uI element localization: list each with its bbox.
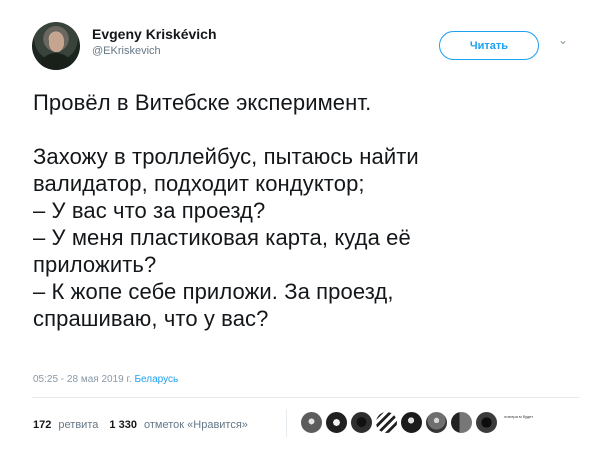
likes-label[interactable]: отметок «Нравится» bbox=[144, 419, 248, 431]
tweet-line-gap bbox=[33, 116, 573, 143]
stats-separator bbox=[286, 409, 287, 437]
tweet-line: – У вас что за проезд? bbox=[33, 198, 266, 223]
stats-divider bbox=[32, 397, 580, 398]
tweet-line: приложить? bbox=[33, 252, 157, 277]
tweet-line: – У меня пластиковая карта, куда её bbox=[33, 225, 411, 250]
liker-avatar[interactable] bbox=[425, 411, 448, 434]
tweet-text: Провёл в Витебске эксперимент. Захожу в … bbox=[33, 89, 573, 332]
liker-avatar[interactable] bbox=[375, 411, 398, 434]
follow-button[interactable]: Читать bbox=[439, 31, 539, 60]
avatar-shirt-shape bbox=[41, 53, 71, 70]
tweet-stats: 172 ретвита 1 330 отметок «Нравится» bbox=[33, 414, 256, 436]
tweet-line: Захожу в троллейбус, пытаюсь найти bbox=[33, 144, 419, 169]
liker-avatar[interactable] bbox=[325, 411, 348, 434]
liker-avatar[interactable] bbox=[350, 411, 373, 434]
tweet-meta: 05:25 - 28 мая 2019 г. Беларусь bbox=[33, 373, 178, 387]
retweets-count[interactable]: 172 bbox=[33, 419, 51, 431]
tweet-location-link[interactable]: Беларусь bbox=[134, 374, 178, 385]
likes-count[interactable]: 1 330 bbox=[109, 419, 137, 431]
tweet-card: Evgeny Kriskévich @EKriskevich Читать ⌄ … bbox=[0, 0, 600, 452]
retweets-label[interactable]: ретвита bbox=[58, 419, 98, 431]
avatar-face-shape bbox=[49, 32, 64, 52]
avatar[interactable] bbox=[32, 22, 80, 70]
liker-tiny-text: лоютра м будет bbox=[504, 414, 534, 419]
tweet-header: Evgeny Kriskévich @EKriskevich Читать ⌄ bbox=[32, 22, 580, 72]
tweet-line: спрашиваю, что у вас? bbox=[33, 306, 269, 331]
liker-avatar[interactable] bbox=[475, 411, 498, 434]
tweet-line: – К жопе себе приложи. За проезд, bbox=[33, 279, 394, 304]
liker-avatars: лоютра м будет bbox=[300, 411, 534, 436]
tweet-line: валидатор, подходит кондуктор; bbox=[33, 171, 365, 196]
liker-avatar[interactable] bbox=[450, 411, 473, 434]
author-display-name[interactable]: Evgeny Kriskévich bbox=[92, 25, 217, 43]
author-handle[interactable]: @EKriskevich bbox=[92, 43, 217, 59]
tweet-line: Провёл в Витебске эксперимент. bbox=[33, 90, 372, 115]
tweet-timestamp[interactable]: 05:25 - 28 мая 2019 г. bbox=[33, 374, 132, 385]
chevron-down-icon[interactable]: ⌄ bbox=[557, 34, 569, 46]
liker-avatar[interactable] bbox=[400, 411, 423, 434]
liker-avatar[interactable] bbox=[300, 411, 323, 434]
author-names: Evgeny Kriskévich @EKriskevich bbox=[92, 25, 217, 59]
